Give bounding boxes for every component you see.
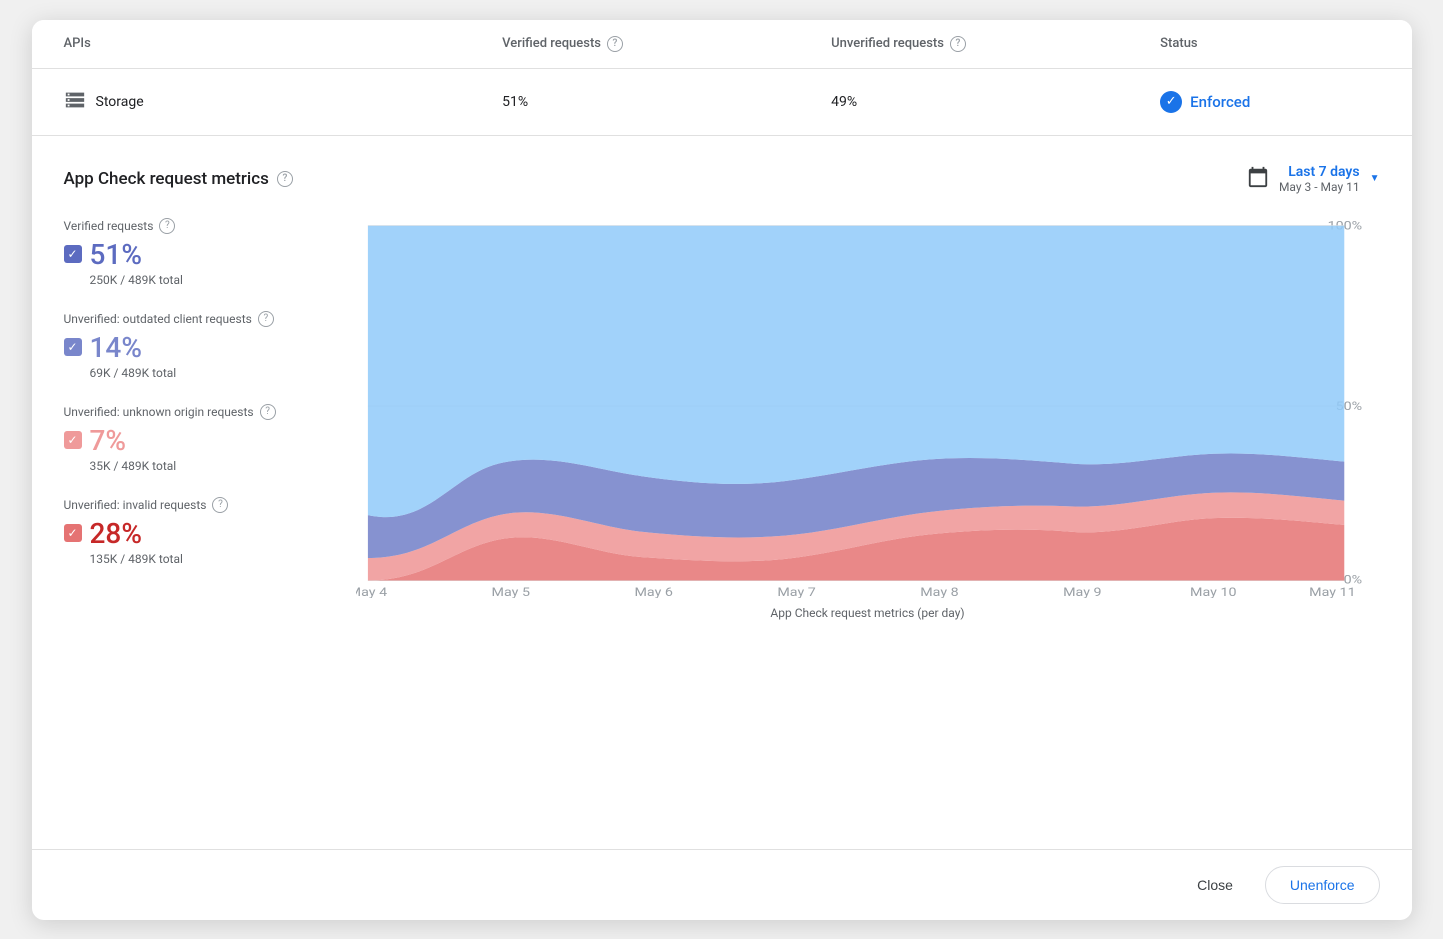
- date-range-picker[interactable]: Last 7 days May 3 - May 11 ▼: [1247, 164, 1380, 194]
- col-apis: APIs: [64, 36, 503, 52]
- date-range-text: Last 7 days May 3 - May 11: [1279, 164, 1360, 194]
- col-status: Status: [1160, 36, 1379, 52]
- storage-name-cell: Storage: [64, 89, 503, 115]
- dropdown-arrow-icon: ▼: [1370, 173, 1380, 184]
- legend-label-1: Unverified: outdated client requests ?: [64, 311, 324, 327]
- legend-total-3: 135K / 489K total: [90, 552, 324, 566]
- table-header: APIs Verified requests ? Unverified requ…: [32, 20, 1412, 69]
- legend-checkbox-0[interactable]: ✓: [64, 245, 82, 263]
- verified-help-icon[interactable]: ?: [607, 36, 623, 52]
- svg-text:May 5: May 5: [491, 586, 529, 598]
- footer: Close Unenforce: [32, 849, 1412, 920]
- col-verified: Verified requests ?: [502, 36, 831, 52]
- legend-percent-2: ✓ 7%: [64, 424, 324, 457]
- storage-status: ✓ Enforced: [1160, 91, 1379, 113]
- legend-checkbox-3[interactable]: ✓: [64, 524, 82, 542]
- svg-text:May 11: May 11: [1309, 586, 1355, 598]
- legend-percent-1: ✓ 14%: [64, 331, 324, 364]
- legend-help-3[interactable]: ?: [212, 497, 228, 513]
- storage-icon: [64, 89, 86, 115]
- legend-checkbox-1[interactable]: ✓: [64, 338, 82, 356]
- legend-total-1: 69K / 489K total: [90, 366, 324, 380]
- chart-svg: 100% 50% 0%: [356, 218, 1380, 598]
- legend-item-0: Verified requests ? ✓ 51% 250K / 489K to…: [64, 218, 324, 287]
- metrics-title: App Check request metrics ?: [64, 169, 293, 189]
- chart-x-label: App Check request metrics (per day): [356, 606, 1380, 620]
- legend-total-0: 250K / 489K total: [90, 273, 324, 287]
- svg-text:May 8: May 8: [920, 586, 958, 598]
- svg-text:May 6: May 6: [634, 586, 672, 598]
- svg-text:0%: 0%: [1343, 573, 1361, 586]
- svg-text:May 10: May 10: [1190, 586, 1236, 598]
- metrics-section: App Check request metrics ? Last 7 days …: [32, 136, 1412, 849]
- svg-text:May 4: May 4: [356, 586, 388, 598]
- legend-checkbox-2[interactable]: ✓: [64, 431, 82, 449]
- modal: APIs Verified requests ? Unverified requ…: [32, 20, 1412, 920]
- legend-help-2[interactable]: ?: [260, 404, 276, 420]
- unenforce-button[interactable]: Unenforce: [1265, 866, 1380, 904]
- close-button[interactable]: Close: [1177, 866, 1253, 904]
- legend-percent-3: ✓ 28%: [64, 517, 324, 550]
- chart-container: 100% 50% 0%: [356, 218, 1380, 620]
- legend-percent-0: ✓ 51%: [64, 238, 324, 271]
- storage-unverified-pct: 49%: [831, 94, 1160, 110]
- calendar-icon: [1247, 166, 1269, 192]
- legend-item-3: Unverified: invalid requests ? ✓ 28% 135…: [64, 497, 324, 566]
- enforced-check-icon: ✓: [1160, 91, 1182, 113]
- legend-help-0[interactable]: ?: [159, 218, 175, 234]
- storage-row: Storage 51% 49% ✓ Enforced: [32, 69, 1412, 136]
- legend-label-2: Unverified: unknown origin requests ?: [64, 404, 324, 420]
- legend-help-1[interactable]: ?: [258, 311, 274, 327]
- legend-label-3: Unverified: invalid requests ?: [64, 497, 324, 513]
- storage-verified-pct: 51%: [502, 94, 831, 110]
- legend-item-2: Unverified: unknown origin requests ? ✓ …: [64, 404, 324, 473]
- legend-label-0: Verified requests ?: [64, 218, 324, 234]
- svg-text:May 9: May 9: [1063, 586, 1101, 598]
- unverified-help-icon[interactable]: ?: [950, 36, 966, 52]
- metrics-help-icon[interactable]: ?: [277, 171, 293, 187]
- legend-item-1: Unverified: outdated client requests ? ✓…: [64, 311, 324, 380]
- col-unverified: Unverified requests ?: [831, 36, 1160, 52]
- chart-area: Verified requests ? ✓ 51% 250K / 489K to…: [64, 218, 1380, 620]
- metrics-header: App Check request metrics ? Last 7 days …: [64, 164, 1380, 194]
- legend-panel: Verified requests ? ✓ 51% 250K / 489K to…: [64, 218, 324, 620]
- legend-total-2: 35K / 489K total: [90, 459, 324, 473]
- svg-text:May 7: May 7: [777, 586, 815, 598]
